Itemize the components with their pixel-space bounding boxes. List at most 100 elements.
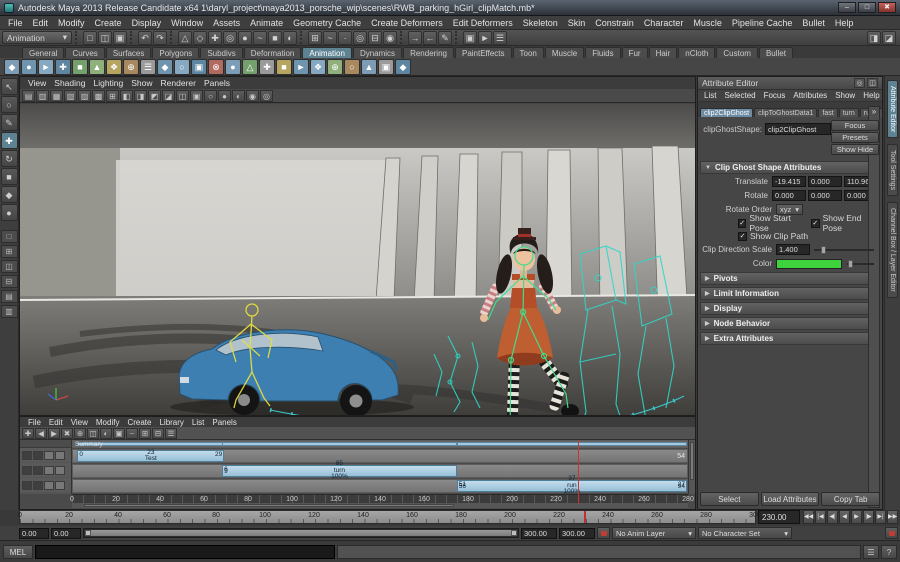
copy-tab-button[interactable]: Copy Tab (821, 492, 880, 506)
shelf-tool-icon[interactable]: ■ (72, 59, 88, 75)
trax-toolbar-icon[interactable]: ✖ (61, 428, 73, 439)
shelf-tool-icon[interactable]: ⊕ (327, 59, 343, 75)
shelf-tool-icon[interactable]: ► (293, 59, 309, 75)
time-slider[interactable]: 0204060801001201401601802002202402602803… (19, 510, 756, 524)
shelf-tab[interactable]: Subdivs (200, 47, 242, 58)
shelf-tool-icon[interactable]: ✚ (259, 59, 275, 75)
toolbar-separator[interactable] (400, 31, 405, 44)
sidebar-toggle-icon[interactable]: ◪ (882, 31, 896, 45)
menu-item[interactable]: Create Deformers (366, 18, 448, 28)
shelf-tool-icon[interactable]: ⊗ (208, 59, 224, 75)
color-swatch[interactable] (776, 259, 842, 269)
status-icon[interactable]: ◎ (353, 31, 367, 45)
trax-track-header[interactable] (20, 463, 71, 477)
trax-toolbar-icon[interactable]: ◐ (100, 428, 112, 439)
viewport-menu-item[interactable]: Shading (50, 78, 89, 88)
status-icon[interactable]: ► (478, 31, 492, 45)
menu-item[interactable]: Help (830, 18, 859, 28)
status-icon[interactable]: △ (178, 31, 192, 45)
status-icon[interactable]: ⊞ (308, 31, 322, 45)
trax-menu-item[interactable]: View (67, 418, 92, 427)
set-key-button[interactable] (885, 527, 898, 539)
menu-item[interactable]: Assets (208, 18, 245, 28)
menu-item[interactable]: Bullet (797, 18, 830, 28)
toolbox-tool-icon[interactable]: ↻ (1, 150, 18, 167)
anim-layer-dropdown[interactable]: No Anim Layer ▾ (612, 527, 696, 539)
script-editor-icon[interactable]: ☰ (863, 545, 879, 559)
auto-keyframe-toggle[interactable] (597, 527, 610, 539)
toolbox-tool-icon[interactable]: ✚ (1, 132, 18, 149)
playback-button[interactable]: ▶ (851, 510, 862, 524)
status-icon[interactable]: ∙ (338, 31, 352, 45)
shelf-tab[interactable]: Curves (65, 47, 104, 58)
color-slider[interactable] (847, 263, 874, 265)
trax-clip[interactable]: 02923Test (77, 450, 224, 462)
trax-menu-item[interactable]: Edit (45, 418, 67, 427)
viewport-menu-item[interactable]: Show (127, 78, 156, 88)
trax-horizontal-scrollbar[interactable] (72, 503, 688, 508)
menu-item[interactable]: File (3, 18, 28, 28)
trax-clip[interactable]: 5156279437run100% (457, 480, 687, 492)
status-icon[interactable]: ◐ (283, 31, 297, 45)
shelf-tab[interactable]: General (22, 47, 64, 58)
status-icon[interactable]: ✚ (208, 31, 222, 45)
trax-menu-item[interactable]: Panels (208, 418, 240, 427)
viewport-icon[interactable]: ⊞ (106, 90, 119, 102)
toolbox-tool-icon[interactable]: ✎ (1, 114, 18, 131)
playback-start-field[interactable] (51, 528, 81, 539)
status-icon[interactable]: ◇ (193, 31, 207, 45)
shelf-tab[interactable]: Rendering (403, 47, 454, 58)
track-state-toggle[interactable] (44, 451, 54, 460)
load-attributes-button[interactable]: Load Attributes (761, 492, 820, 506)
status-icon[interactable]: ▣ (113, 31, 127, 45)
shelf-tool-icon[interactable]: ✚ (55, 59, 71, 75)
viewport-icon[interactable]: ◨ (134, 90, 147, 102)
shelf-tool-icon[interactable]: ► (38, 59, 54, 75)
playback-button[interactable]: ▶▶ (887, 510, 898, 524)
menu-item[interactable]: Animate (245, 18, 288, 28)
menu-item[interactable]: Skin (563, 18, 591, 28)
attribute-editor-menu-item[interactable]: Help (860, 91, 882, 100)
shelf-tab[interactable]: Animation (302, 47, 352, 58)
viewport-icon[interactable]: ◪ (162, 90, 175, 102)
shelf-tool-icon[interactable]: ☰ (140, 59, 156, 75)
shelf-tool-icon[interactable]: ▣ (191, 59, 207, 75)
attribute-editor-menu-item[interactable]: Selected (721, 91, 758, 100)
layout-shortcut-button[interactable]: ▥ (1, 305, 18, 318)
viewport-icon[interactable]: ▨ (78, 90, 91, 102)
sidebar-vertical-tab[interactable]: Channel Box / Layer Editor (887, 202, 898, 298)
toolbar-separator[interactable] (75, 31, 80, 44)
layout-shortcut-button[interactable]: ⊟ (1, 275, 18, 288)
shelf-tab[interactable]: nCloth (678, 47, 715, 58)
attribute-editor-menu-item[interactable]: Attributes (790, 91, 830, 100)
layout-shortcut-button[interactable]: ▤ (1, 290, 18, 303)
status-icon[interactable]: ⊟ (368, 31, 382, 45)
track-state-toggle[interactable] (33, 466, 43, 475)
focus-button[interactable]: Focus (831, 120, 879, 131)
menu-item[interactable]: Display (127, 18, 167, 28)
menu-item[interactable]: Modify (53, 18, 90, 28)
playback-button[interactable]: ◀| (827, 510, 838, 524)
playback-button[interactable]: |▶ (863, 510, 874, 524)
trax-current-time-marker[interactable] (578, 440, 579, 504)
viewport-icon[interactable]: ▣ (190, 90, 203, 102)
layout-shortcut-button[interactable]: ◫ (1, 260, 18, 273)
toolbar-separator[interactable] (170, 31, 175, 44)
shelf-tab[interactable]: Toon (513, 47, 544, 58)
trax-menu-item[interactable]: Create (123, 418, 155, 427)
shelf-tab[interactable]: Deformation (244, 47, 302, 58)
viewport-icon[interactable]: ▥ (36, 90, 49, 102)
status-icon[interactable]: ■ (268, 31, 282, 45)
shelf-tool-icon[interactable]: ■ (276, 59, 292, 75)
help-line-icon[interactable]: ? (881, 545, 897, 559)
viewport-menu-item[interactable]: View (24, 78, 50, 88)
track-state-toggle[interactable] (44, 466, 54, 475)
trax-toolbar-icon[interactable]: ◀ (35, 428, 47, 439)
sidebar-vertical-tab[interactable]: Tool Settings (887, 144, 898, 196)
status-icon[interactable]: → (408, 31, 422, 45)
viewport-icon[interactable]: ◉ (246, 90, 259, 102)
shelf-tool-icon[interactable]: ○ (174, 59, 190, 75)
track-state-toggle[interactable] (33, 481, 43, 490)
trax-toolbar-icon[interactable]: ~ (126, 428, 138, 439)
shelf-tool-icon[interactable]: ⊕ (123, 59, 139, 75)
